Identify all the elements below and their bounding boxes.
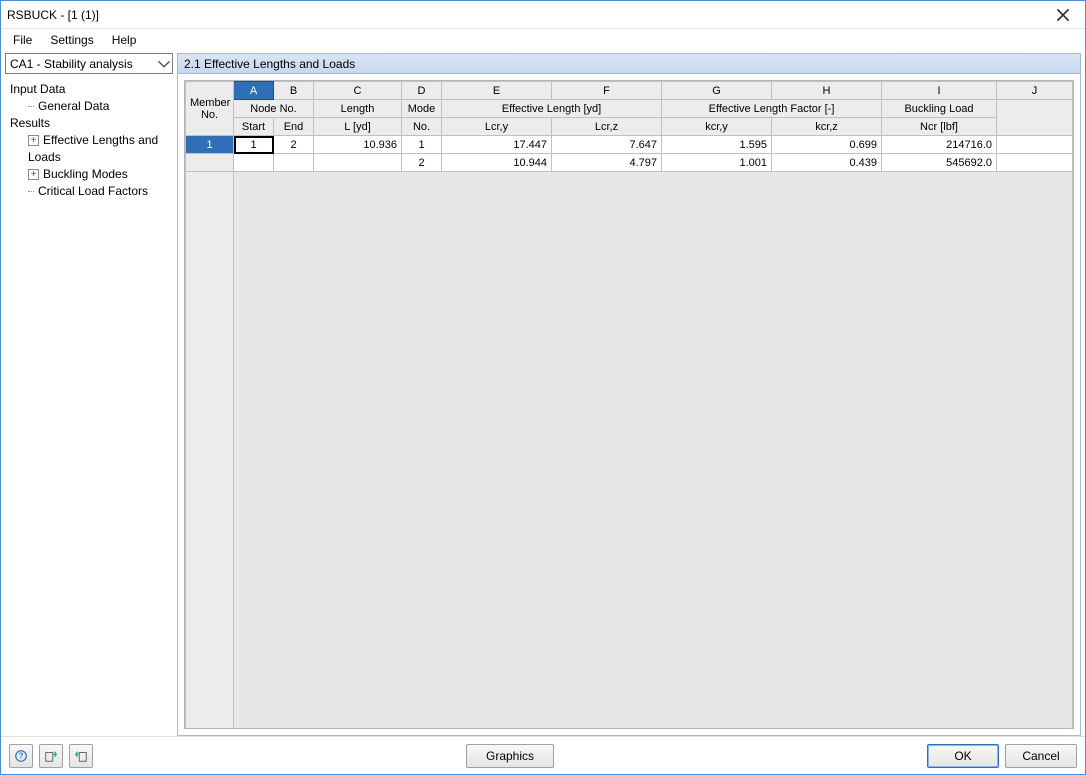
expand-icon[interactable]: + xyxy=(28,135,39,146)
cell-j[interactable] xyxy=(997,154,1073,172)
col-length: Length xyxy=(314,100,402,118)
cell-ncr[interactable]: 214716.0 xyxy=(882,136,997,154)
col-lyd: L [yd] xyxy=(314,118,402,136)
col-eff-len: Effective Length [yd] xyxy=(442,100,662,118)
export-button[interactable] xyxy=(39,744,63,768)
tree-label: Results xyxy=(10,116,50,130)
col-kcry: kcr,y xyxy=(662,118,772,136)
tree-label: Effective Lengths and Loads xyxy=(28,133,158,164)
cell-kcrz[interactable]: 0.439 xyxy=(772,154,882,172)
col-lcrz: Lcr,z xyxy=(552,118,662,136)
col-letter-D[interactable]: D xyxy=(402,82,442,100)
main-panel: 2.1 Effective Lengths and Loads xyxy=(177,53,1081,736)
cell-start[interactable] xyxy=(234,154,274,172)
col-letter-B[interactable]: B xyxy=(274,82,314,100)
tree-input-data[interactable]: Input Data xyxy=(6,81,172,98)
cell-j[interactable] xyxy=(997,136,1073,154)
cell-kcry[interactable]: 1.595 xyxy=(662,136,772,154)
col-letter-F[interactable]: F xyxy=(552,82,662,100)
col-lcry: Lcr,y xyxy=(442,118,552,136)
cell-kcry[interactable]: 1.001 xyxy=(662,154,772,172)
export-icon xyxy=(44,749,58,763)
menu-settings[interactable]: Settings xyxy=(42,31,101,49)
col-letter-G[interactable]: G xyxy=(662,82,772,100)
col-mode: Mode xyxy=(402,100,442,118)
cell-end[interactable]: 2 xyxy=(274,136,314,154)
empty-area xyxy=(234,172,1073,730)
cell-mode[interactable]: 1 xyxy=(402,136,442,154)
chevron-down-icon xyxy=(155,54,172,73)
cell-lcry[interactable]: 17.447 xyxy=(442,136,552,154)
row-header[interactable] xyxy=(186,154,234,172)
cell-lcry[interactable]: 10.944 xyxy=(442,154,552,172)
tree-label: General Data xyxy=(38,99,109,113)
col-start: Start xyxy=(234,118,274,136)
import-button[interactable] xyxy=(69,744,93,768)
row-header[interactable]: 1 xyxy=(186,136,234,154)
import-icon xyxy=(74,749,88,763)
col-letter-J[interactable]: J xyxy=(997,82,1073,100)
tree-buckling-modes[interactable]: + Buckling Modes xyxy=(6,166,172,183)
svg-text:?: ? xyxy=(19,751,24,760)
case-select-value: CA1 - Stability analysis xyxy=(10,57,133,71)
col-j xyxy=(997,100,1073,136)
col-end: End xyxy=(274,118,314,136)
help-button[interactable]: ? xyxy=(9,744,33,768)
tree-results[interactable]: Results xyxy=(6,115,172,132)
tree-effective-lengths[interactable]: +Effective Lengths and Loads xyxy=(6,132,172,166)
col-eff-fac: Effective Length Factor [-] xyxy=(662,100,882,118)
tree-line-icon xyxy=(28,191,34,192)
cell-l[interactable] xyxy=(314,154,402,172)
menu-file[interactable]: File xyxy=(5,31,40,49)
col-letter-I[interactable]: I xyxy=(882,82,997,100)
col-mode-no: No. xyxy=(402,118,442,136)
col-buckling: Buckling Load xyxy=(882,100,997,118)
col-kcrz: kcr,z xyxy=(772,118,882,136)
table-row[interactable]: 1 1 2 10.936 1 17.447 7.647 1.595 0.699 … xyxy=(186,136,1073,154)
cell-ncr[interactable]: 545692.0 xyxy=(882,154,997,172)
col-letter-E[interactable]: E xyxy=(442,82,552,100)
cell-start[interactable]: 1 xyxy=(234,136,274,154)
close-icon xyxy=(1056,8,1070,22)
menu-help[interactable]: Help xyxy=(104,31,145,49)
tree-critical-load[interactable]: Critical Load Factors xyxy=(6,183,172,200)
close-button[interactable] xyxy=(1047,4,1079,26)
tree-label: Input Data xyxy=(10,82,65,96)
tree-line-icon xyxy=(28,106,34,107)
results-grid[interactable]: Member No. A B C D E F G H I xyxy=(184,80,1074,729)
titlebar: RSBUCK - [1 (1)] xyxy=(1,1,1085,29)
tree-label: Buckling Modes xyxy=(43,167,128,181)
col-letter-A[interactable]: A xyxy=(234,82,274,100)
help-icon: ? xyxy=(14,749,28,763)
cell-kcrz[interactable]: 0.699 xyxy=(772,136,882,154)
tree-label: Critical Load Factors xyxy=(38,184,148,198)
tree-general-data[interactable]: General Data xyxy=(6,98,172,115)
graphics-button[interactable]: Graphics xyxy=(466,744,554,768)
panel-title: 2.1 Effective Lengths and Loads xyxy=(178,54,1080,74)
cell-mode[interactable]: 2 xyxy=(402,154,442,172)
cell-l[interactable]: 10.936 xyxy=(314,136,402,154)
col-ncr: Ncr [lbf] xyxy=(882,118,997,136)
case-select[interactable]: CA1 - Stability analysis xyxy=(5,53,173,74)
col-letter-H[interactable]: H xyxy=(772,82,882,100)
col-member: Member No. xyxy=(186,82,234,136)
expand-icon[interactable]: + xyxy=(28,169,39,180)
col-node-no: Node No. xyxy=(234,100,314,118)
table-row[interactable]: 2 10.944 4.797 1.001 0.439 545692.0 xyxy=(186,154,1073,172)
cell-lcrz[interactable]: 7.647 xyxy=(552,136,662,154)
cell-end[interactable] xyxy=(274,154,314,172)
window-title: RSBUCK - [1 (1)] xyxy=(7,8,1047,22)
footer: ? Graphics OK Cancel xyxy=(1,736,1085,774)
cancel-button[interactable]: Cancel xyxy=(1005,744,1077,768)
menubar: File Settings Help xyxy=(1,29,1085,51)
row-header[interactable] xyxy=(186,172,234,730)
ok-button[interactable]: OK xyxy=(927,744,999,768)
nav-tree: Input Data General Data Results +Effecti… xyxy=(5,78,173,736)
col-letter-C[interactable]: C xyxy=(314,82,402,100)
cell-lcrz[interactable]: 4.797 xyxy=(552,154,662,172)
